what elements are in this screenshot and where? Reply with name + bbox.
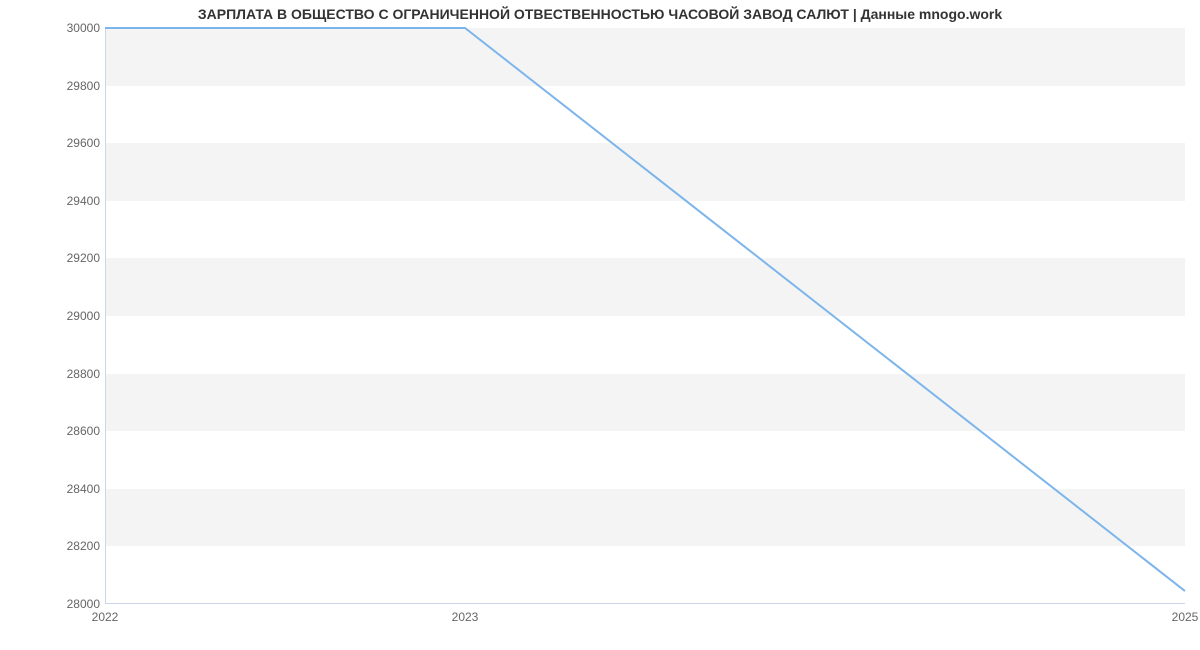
x-tick-label: 2023 [452,610,479,624]
y-tick-label: 28200 [10,539,100,553]
y-tick-label: 29200 [10,251,100,265]
x-tick-label: 2025 [1172,610,1199,624]
y-tick-label: 29400 [10,194,100,208]
y-tick-label: 28600 [10,424,100,438]
y-tick-label: 30000 [10,21,100,35]
y-tick-label: 28800 [10,367,100,381]
x-tick-label: 2022 [92,610,119,624]
y-tick-label: 28000 [10,597,100,611]
chart-title: ЗАРПЛАТА В ОБЩЕСТВО С ОГРАНИЧЕННОЙ ОТВЕС… [0,6,1200,22]
line-series [105,28,1185,604]
y-tick-label: 29000 [10,309,100,323]
chart-container: ЗАРПЛАТА В ОБЩЕСТВО С ОГРАНИЧЕННОЙ ОТВЕС… [0,0,1200,650]
y-tick-label: 29800 [10,79,100,93]
y-tick-label: 28400 [10,482,100,496]
y-tick-label: 29600 [10,136,100,150]
plot-area [105,28,1185,604]
